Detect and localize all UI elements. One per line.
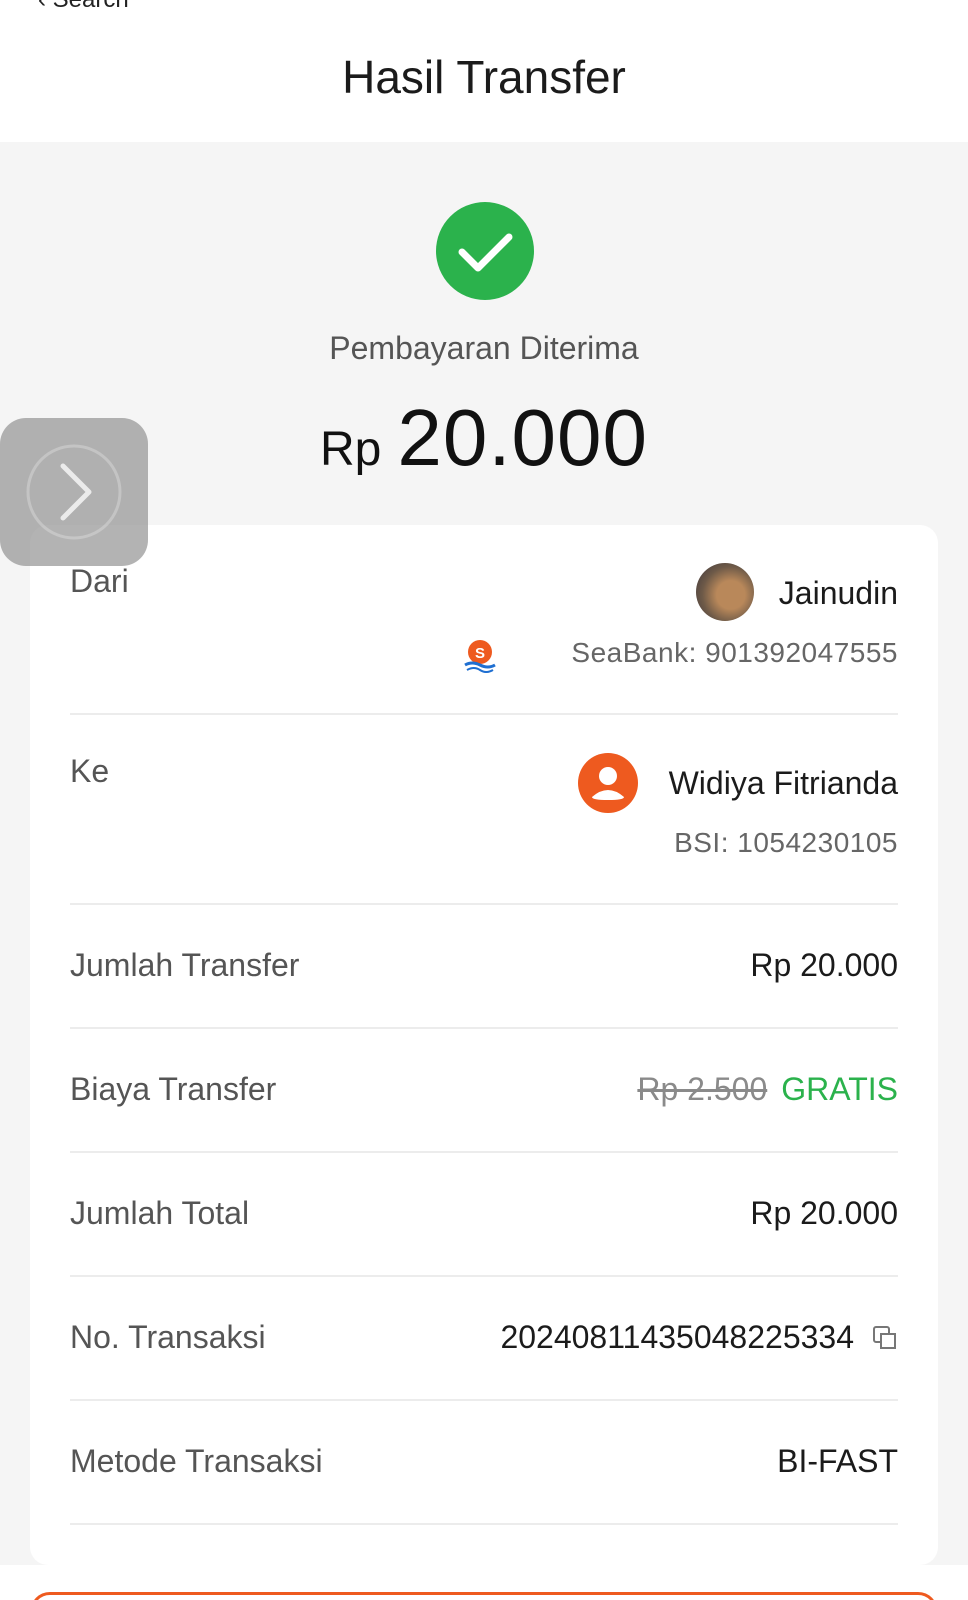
transaction-method-value: BI-FAST xyxy=(777,1443,898,1479)
free-fee-badge: GRATIS xyxy=(781,1071,898,1107)
page-title: Hasil Transfer xyxy=(342,51,626,103)
svg-text:S: S xyxy=(475,645,485,662)
total-row: Jumlah Total Rp 20.000 xyxy=(70,1153,898,1277)
check-circle-icon xyxy=(436,202,534,300)
transfer-amount-value: Rp 20.000 xyxy=(750,947,898,983)
seabank-logo-icon: S xyxy=(464,640,496,673)
recipient-avatar-icon xyxy=(578,753,638,813)
sender-name: Jainudin xyxy=(778,575,898,611)
transaction-method-label: Metode Transaksi xyxy=(70,1443,323,1479)
transfer-fee-row: Biaya Transfer Rp 2.500 GRATIS xyxy=(70,1029,898,1153)
recipient-name: Widiya Fitrianda xyxy=(668,765,898,801)
bottom-action-button[interactable] xyxy=(30,1592,938,1600)
amount-value: 20.000 xyxy=(397,393,649,482)
top-bar: ‹ Search Hasil Transfer xyxy=(0,0,968,142)
transaction-number-row: No. Transaksi 20240811435048225334 xyxy=(70,1277,898,1401)
back-to-search-link[interactable]: ‹ Search xyxy=(38,0,129,14)
transfer-fee-label: Biaya Transfer xyxy=(70,1071,277,1107)
floating-assistive-handle[interactable] xyxy=(0,418,148,566)
to-row: Ke Widiya Fitrianda BSI: 1054230105 xyxy=(70,715,898,905)
payment-status-text: Pembayaran Diterima xyxy=(329,330,639,366)
from-row: Dari Jainudin S SeaBank: 901392047555 xyxy=(70,525,898,715)
from-label: Dari xyxy=(70,563,129,599)
transfer-amount-row: Jumlah Transfer Rp 20.000 xyxy=(70,905,898,1029)
transfer-fee-value: Rp 2.500 GRATIS xyxy=(637,1071,898,1108)
transaction-details-card: Dari Jainudin S SeaBank: 901392047555 Ke… xyxy=(30,525,938,1565)
transaction-number-value: 20240811435048225334 xyxy=(500,1319,854,1355)
recipient-account: BSI: 1054230105 xyxy=(674,827,898,858)
transaction-method-row: Metode Transaksi BI-FAST xyxy=(70,1401,898,1525)
transaction-number-label: No. Transaksi xyxy=(70,1319,266,1355)
total-label: Jumlah Total xyxy=(70,1195,250,1231)
copy-icon[interactable] xyxy=(872,1325,898,1351)
total-value: Rp 20.000 xyxy=(750,1195,898,1231)
amount-currency: Rp xyxy=(319,423,382,476)
sender-avatar xyxy=(696,563,754,621)
original-fee: Rp 2.500 xyxy=(637,1071,768,1107)
sender-account: SeaBank: 901392047555 xyxy=(571,637,898,668)
to-label: Ke xyxy=(70,753,110,789)
transfer-amount-label: Jumlah Transfer xyxy=(70,947,300,983)
